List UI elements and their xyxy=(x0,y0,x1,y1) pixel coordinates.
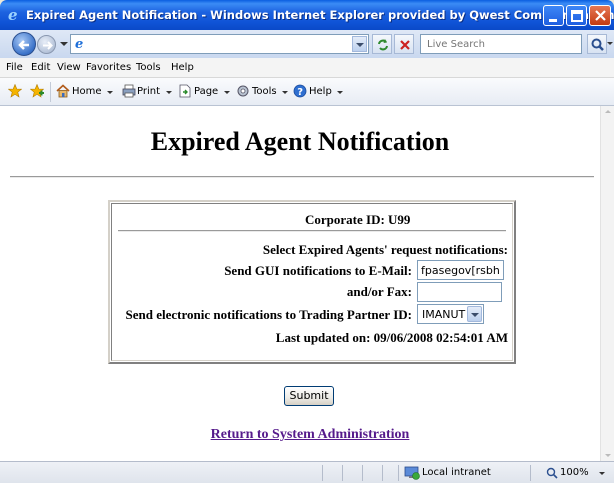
favorites-star-icon[interactable] xyxy=(8,84,22,98)
trading-partner-select[interactable]: IMANUT xyxy=(417,304,484,324)
search-box[interactable] xyxy=(420,34,582,54)
status-divider xyxy=(362,465,363,481)
status-divider xyxy=(530,465,531,481)
home-icon[interactable] xyxy=(56,84,70,98)
svg-text:?: ? xyxy=(297,87,303,98)
window-title: Expired Agent Notification - Windows Int… xyxy=(26,8,614,22)
forward-arrow-icon xyxy=(43,41,53,50)
search-icon xyxy=(591,38,604,51)
print-dropdown-icon[interactable] xyxy=(166,91,172,94)
menu-bar: File Edit View Favorites Tools Help xyxy=(0,58,614,78)
menu-file[interactable]: File xyxy=(6,62,23,73)
close-button[interactable] xyxy=(589,5,611,26)
fax-field[interactable] xyxy=(417,282,502,302)
scroll-up-icon[interactable] xyxy=(605,110,611,113)
last-updated: Last updated on: 09/06/2008 02:54:01 AM xyxy=(275,330,508,345)
home-dropdown-icon[interactable] xyxy=(107,91,113,94)
fax-label: and/or Fax: xyxy=(346,284,412,299)
maximize-button[interactable] xyxy=(566,5,587,26)
tools-gear-icon[interactable] xyxy=(236,84,250,98)
search-options-dropdown-icon[interactable] xyxy=(607,42,613,45)
status-divider xyxy=(382,465,383,481)
menu-help[interactable]: Help xyxy=(171,62,194,73)
partner-label: Send electronic notifications to Trading… xyxy=(125,307,412,322)
email-label: Send GUI notifications to E-Mail: xyxy=(224,263,412,278)
ie-logo-icon: e xyxy=(8,7,18,23)
minimize-icon xyxy=(549,19,557,22)
page-content: Expired Agent Notification Corporate ID:… xyxy=(0,106,600,461)
page-icon: e xyxy=(75,37,84,52)
vertical-scrollbar[interactable] xyxy=(600,106,614,461)
maximize-icon xyxy=(571,10,583,22)
home-button[interactable]: Home xyxy=(72,86,102,97)
status-bar: Local intranet 100% xyxy=(0,461,614,483)
zoom-dropdown-icon[interactable] xyxy=(599,472,605,475)
email-field[interactable] xyxy=(417,260,504,280)
address-toolbar: e xyxy=(0,30,614,58)
stop-icon xyxy=(400,40,410,50)
status-divider xyxy=(322,465,323,481)
search-button[interactable] xyxy=(587,34,607,54)
notification-form: Corporate ID: U99 Select Expired Agents'… xyxy=(108,200,516,364)
svg-text:e: e xyxy=(8,7,18,23)
back-arrow-icon xyxy=(18,40,29,50)
scroll-down-icon[interactable] xyxy=(605,454,611,457)
zoom-level[interactable]: 100% xyxy=(560,467,589,478)
chevron-down-icon[interactable] xyxy=(467,306,482,322)
address-dropdown-button[interactable] xyxy=(352,36,367,52)
tools-dropdown-icon[interactable] xyxy=(282,91,288,94)
page-dropdown-icon[interactable] xyxy=(224,91,230,94)
local-intranet-icon xyxy=(404,466,420,480)
page-title: Expired Agent Notification xyxy=(150,127,450,156)
help-icon[interactable]: ? xyxy=(293,84,307,98)
status-divider xyxy=(398,465,399,481)
menu-tools[interactable]: Tools xyxy=(136,62,161,73)
help-button[interactable]: Help xyxy=(309,86,332,97)
form-divider xyxy=(118,230,506,232)
refresh-button[interactable] xyxy=(372,34,392,54)
status-divider xyxy=(342,465,343,481)
trading-partner-value: IMANUT xyxy=(422,308,466,321)
toolbar-divider xyxy=(50,82,51,102)
forward-button[interactable] xyxy=(37,35,56,54)
add-favorite-icon[interactable] xyxy=(30,84,44,98)
tools-button[interactable]: Tools xyxy=(252,86,277,97)
title-divider xyxy=(10,176,594,178)
history-dropdown-icon[interactable] xyxy=(60,42,68,46)
section-heading: Select Expired Agents' request notificat… xyxy=(262,242,508,257)
close-icon xyxy=(595,10,606,21)
back-button[interactable] xyxy=(12,32,36,56)
corporate-id: Corporate ID: U99 xyxy=(305,212,411,227)
zone-label: Local intranet xyxy=(422,467,491,478)
submit-button[interactable]: Submit xyxy=(284,386,334,406)
zoom-icon[interactable] xyxy=(546,467,558,479)
menu-favorites[interactable]: Favorites xyxy=(86,62,131,73)
address-input[interactable]: e xyxy=(70,34,369,54)
minimize-button[interactable] xyxy=(543,5,564,26)
window-titlebar[interactable]: e Expired Agent Notification - Windows I… xyxy=(0,0,614,30)
return-to-system-administration-link[interactable]: Return to System Administration xyxy=(0,427,600,443)
print-button[interactable]: Print xyxy=(137,86,160,97)
menu-view[interactable]: View xyxy=(57,62,81,73)
search-input[interactable] xyxy=(421,35,581,53)
stop-button[interactable] xyxy=(394,34,414,54)
menu-edit[interactable]: Edit xyxy=(31,62,50,73)
page-button[interactable]: Page xyxy=(194,86,218,97)
command-bar: Home Print Page Tools ? Help xyxy=(0,78,614,106)
help-dropdown-icon[interactable] xyxy=(337,91,343,94)
refresh-icon xyxy=(378,39,388,51)
page-icon[interactable] xyxy=(178,84,192,98)
print-icon[interactable] xyxy=(122,84,136,98)
